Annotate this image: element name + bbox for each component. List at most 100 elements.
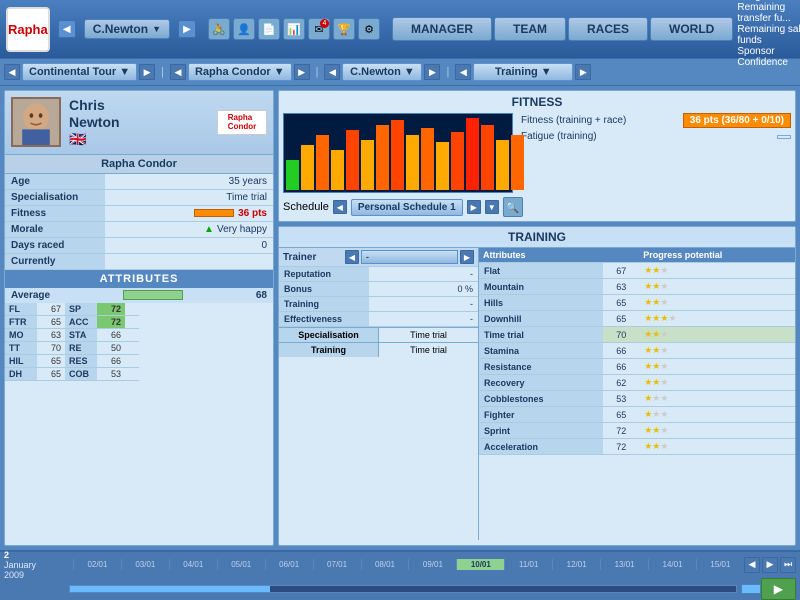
settings-icon[interactable]: ⚙ <box>358 18 380 40</box>
attr-val-header <box>603 248 639 263</box>
team-next[interactable]: ▶ <box>294 64 310 80</box>
attr-stars: ★★★ <box>639 391 795 407</box>
date-tick[interactable]: 08/01 <box>361 559 409 570</box>
player-panel: Chris Newton 🇬🇧 RaphaCondor Rapha Condor… <box>4 90 274 546</box>
date-tick[interactable]: 06/01 <box>265 559 313 570</box>
rider-next[interactable]: ▶ <box>424 64 440 80</box>
alert-icon[interactable]: ✉4 <box>308 18 330 40</box>
timeline-prev[interactable]: ◀ <box>744 557 760 573</box>
rider-prev[interactable]: ◀ <box>324 64 340 80</box>
date-tick[interactable]: 05/01 <box>217 559 265 570</box>
schedule-dropdown[interactable]: ▼ <box>485 200 499 214</box>
tour-label[interactable]: Continental Tour ▼ <box>22 63 137 81</box>
tour-next[interactable]: ▶ <box>139 64 155 80</box>
attr-stars: ★★★ <box>639 407 795 423</box>
attr-name: Acceleration <box>479 439 603 455</box>
team-logo: RaphaCondor <box>217 110 267 135</box>
team-name: Rapha Condor <box>5 155 273 174</box>
progress-track <box>69 585 737 593</box>
attr-row: FTR 65 ACC 72 <box>5 316 139 329</box>
attr-stars: ★★★ <box>639 359 795 375</box>
attr-row: HIL 65 RES 66 <box>5 355 139 368</box>
attr-name: Flat <box>479 263 603 279</box>
date-tick[interactable]: 10/01 <box>456 559 504 570</box>
magnify-button[interactable]: 🔍 <box>503 197 523 217</box>
training-race-value: 36 pts (36/80 + 0/10) <box>683 113 791 128</box>
date-tick[interactable]: 04/01 <box>169 559 217 570</box>
date-tick[interactable]: 11/01 <box>504 559 552 570</box>
days-value: 0 <box>105 237 273 253</box>
date-tick[interactable]: 02/01 <box>73 559 121 570</box>
chart-icon[interactable]: 📊 <box>283 18 305 40</box>
rider-label[interactable]: C.Newton ▼ <box>342 63 422 81</box>
date-tick[interactable]: 14/01 <box>648 559 696 570</box>
tab-world[interactable]: WORLD <box>650 17 733 41</box>
trainer-prev[interactable]: ◀ <box>345 250 359 264</box>
attr-val: 65 <box>603 407 639 423</box>
cyclist-icon[interactable]: 🚴 <box>208 18 230 40</box>
team-label[interactable]: Rapha Condor ▼ <box>188 63 292 81</box>
trophy-icon[interactable]: 🏆 <box>333 18 355 40</box>
training-spec-row: Training Time trial <box>279 342 478 357</box>
nav-prev-arrow[interactable]: ◀ <box>58 20 76 38</box>
timeline-end[interactable]: ⏭ <box>780 557 796 573</box>
dropdown-arrow-icon: ▼ <box>152 24 161 34</box>
date-tick[interactable]: 12/01 <box>552 559 600 570</box>
tab-manager[interactable]: MANAGER <box>392 17 492 41</box>
reputation-value: - <box>369 267 478 282</box>
nav-next-arrow[interactable]: ▶ <box>178 20 196 38</box>
section-label[interactable]: Training ▼ <box>473 63 573 81</box>
training-race-label: Fitness (training + race) <box>521 115 626 126</box>
attr-val: 65 <box>37 368 65 380</box>
chart-bar <box>436 142 449 190</box>
player-avatar <box>11 97 61 147</box>
attr-val: 50 <box>97 342 125 354</box>
attr-row: FL 67 SP 72 <box>5 303 139 316</box>
schedule-next[interactable]: ▶ <box>467 200 481 214</box>
document-icon[interactable]: 📄 <box>258 18 280 40</box>
trainer-next[interactable]: ▶ <box>460 250 474 264</box>
training-stats: Reputation- Bonus0 % Training- Effective… <box>279 267 478 327</box>
tab-races[interactable]: RACES <box>568 17 648 41</box>
schedule-selector[interactable]: Personal Schedule 1 <box>351 199 463 216</box>
chart-bar <box>286 160 299 190</box>
separator-1: | <box>161 66 164 78</box>
manager-dropdown[interactable]: C.Newton ▼ <box>84 19 170 39</box>
trainer-selector[interactable]: - <box>361 250 458 264</box>
tour-prev[interactable]: ◀ <box>4 64 20 80</box>
progress-thumb[interactable] <box>741 584 761 594</box>
team-prev[interactable]: ◀ <box>170 64 186 80</box>
schedule-prev[interactable]: ◀ <box>333 200 347 214</box>
player-info: Chris Newton 🇬🇧 <box>69 97 209 148</box>
morale-value: Very happy <box>217 224 267 235</box>
currently-value <box>105 253 273 269</box>
transfer-label: Remaining transfer fu... <box>737 2 800 24</box>
timeline-next[interactable]: ▶ <box>762 557 778 573</box>
player-stats: Age 35 years Specialisation Time trial F… <box>5 174 273 270</box>
attr-val: 66 <box>97 329 125 341</box>
section-next[interactable]: ▶ <box>575 64 591 80</box>
attr-val: 62 <box>603 375 639 391</box>
date-tick[interactable]: 15/01 <box>696 559 744 570</box>
attr-col-right <box>139 303 273 381</box>
date-tick[interactable]: 07/01 <box>313 559 361 570</box>
tab-team[interactable]: TEAM <box>494 17 566 41</box>
schedule-row: Schedule ◀ Personal Schedule 1 ▶ ▼ 🔍 <box>283 197 791 217</box>
progress-fill <box>70 586 270 592</box>
date-tick[interactable]: 13/01 <box>600 559 648 570</box>
person-icon[interactable]: 👤 <box>233 18 255 40</box>
date-ticks: 02/0103/0104/0105/0106/0107/0108/0109/01… <box>73 559 744 570</box>
spec-label: Specialisation <box>5 189 105 205</box>
fatigue-row: Fatigue (training) <box>521 131 791 142</box>
table-row: Time trial 70 ★★★ <box>479 327 795 343</box>
budget-box: Budget 416,898 € Remaining transfer fu..… <box>737 0 800 68</box>
section-prev[interactable]: ◀ <box>455 64 471 80</box>
advance-button[interactable]: ▶ <box>761 578 796 600</box>
date-tick[interactable]: 03/01 <box>121 559 169 570</box>
attr-val: 65 <box>603 295 639 311</box>
table-row: Mountain 63 ★★★ <box>479 279 795 295</box>
date-tick[interactable]: 09/01 <box>408 559 456 570</box>
attr-stars: ★★★★ <box>639 311 795 327</box>
training-title: TRAINING <box>279 227 795 248</box>
attr-name: Fighter <box>479 407 603 423</box>
